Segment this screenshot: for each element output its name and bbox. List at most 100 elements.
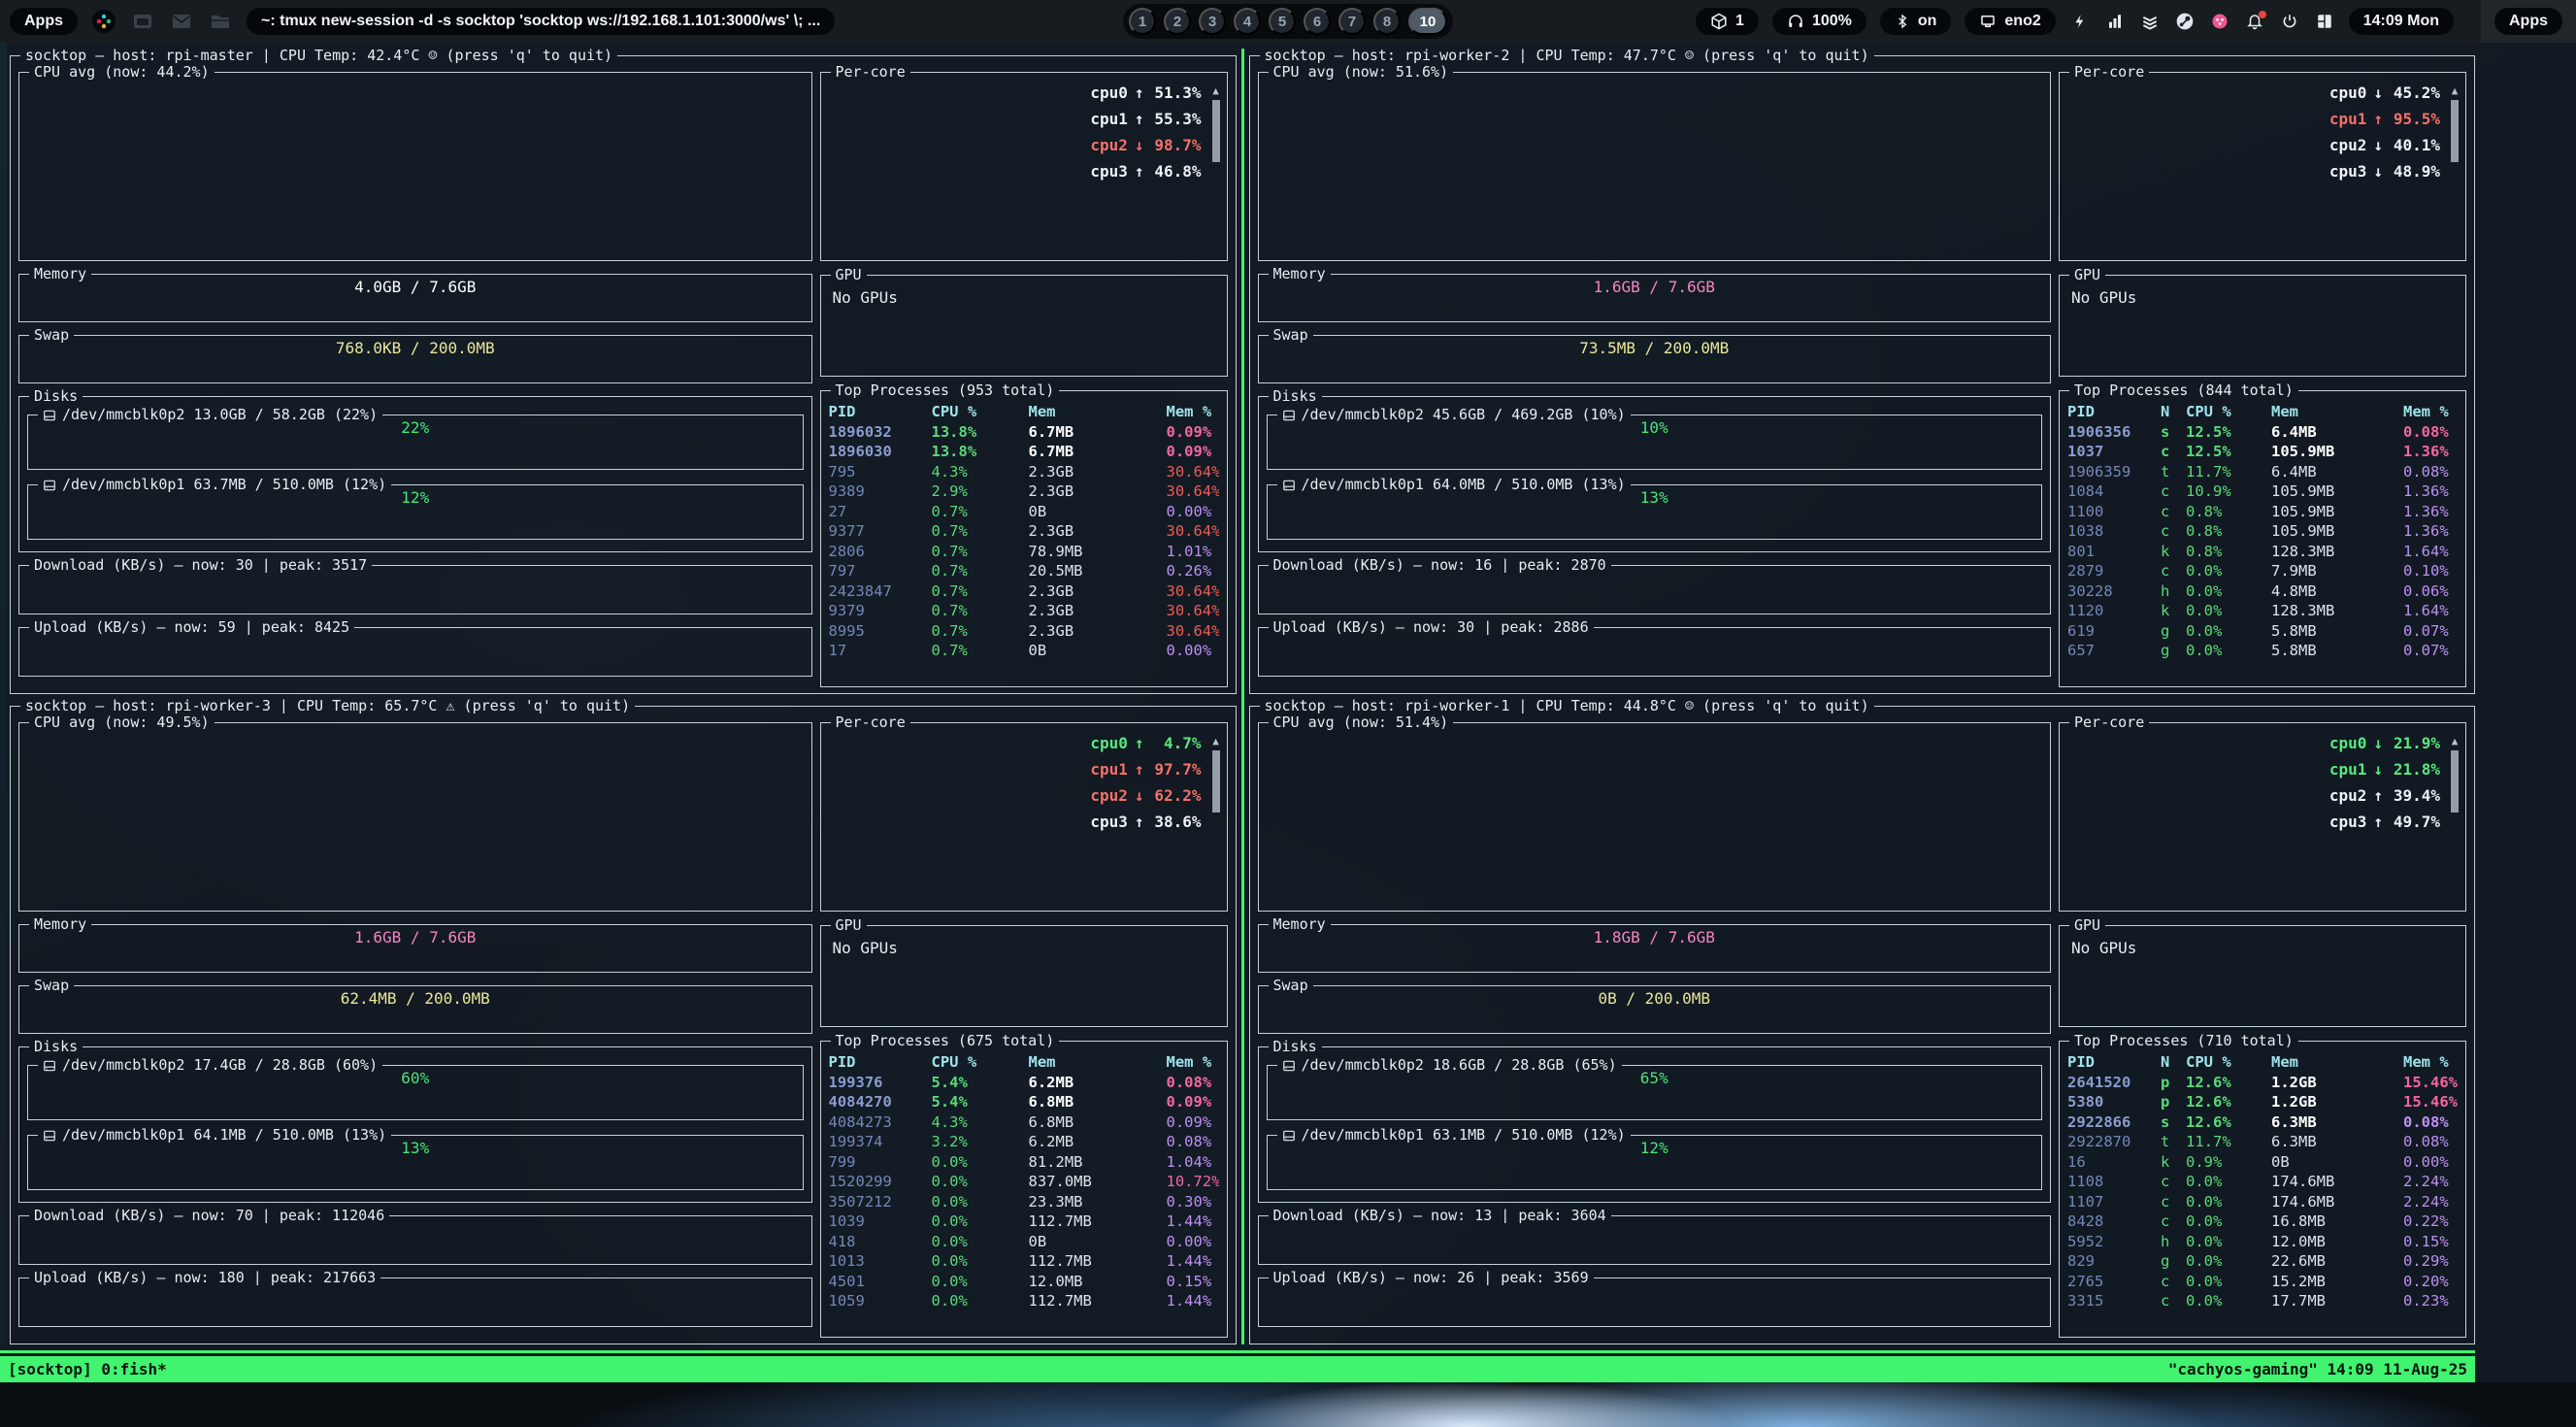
- process-cpu: 5.4%: [932, 1092, 1029, 1112]
- bluetooth-pill[interactable]: on: [1880, 8, 1952, 35]
- process-row: 2922866s12.6%6.3MB0.08%: [2067, 1112, 2458, 1133]
- apps-button-right[interactable]: Apps: [2494, 8, 2562, 35]
- socktop-pane[interactable]: socktop — host: rpi-worker-1 | CPU Temp:…: [1249, 699, 2476, 1344]
- column-header: Mem %: [2403, 402, 2458, 422]
- process-cpu: 0.0%: [932, 1192, 1029, 1212]
- workspace-6[interactable]: 6: [1304, 8, 1331, 35]
- process-pid: 1906356: [2067, 422, 2161, 443]
- scrollbar[interactable]: ▲: [1210, 736, 1222, 837]
- disk-entry: /dev/mmcblk0p1 64.1MB / 510.0MB (13%)13%: [27, 1128, 804, 1190]
- process-row: 1107c0.0%174.6MB2.24%: [2067, 1192, 2458, 1212]
- scrollbar-thumb[interactable]: [1212, 750, 1220, 813]
- scrollbar[interactable]: ▲: [1210, 85, 1222, 186]
- pane-left-column: CPU avg (now: 49.5%) Memory 1.6GB / 7.6G…: [18, 715, 812, 1338]
- core-trend-arrow-icon: ↑: [1135, 162, 1144, 181]
- process-row: 8428c0.0%16.8MB0.22%: [2067, 1211, 2458, 1232]
- signal-icon[interactable]: [2104, 11, 2126, 32]
- process-mem-percent: 0.09%: [1167, 422, 1219, 443]
- column-header: Mem %: [1167, 1052, 1219, 1073]
- core-trend-arrow-icon: ↓: [2373, 83, 2383, 102]
- top-processes-section: Top Processes (710 total) PIDNCPU %MemMe…: [2059, 1034, 2466, 1338]
- core-name: cpu1: [1090, 760, 1128, 779]
- power-icon[interactable]: [2279, 11, 2300, 32]
- tiling-icon[interactable]: [2314, 11, 2335, 32]
- process-pid: 199374: [829, 1132, 932, 1152]
- process-cpu: 2.9%: [932, 481, 1029, 502]
- socktop-pane[interactable]: socktop — host: rpi-worker-2 | CPU Temp:…: [1249, 49, 2476, 694]
- core-trend-arrow-icon: ↑: [1135, 813, 1144, 831]
- process-row: 28060.7%78.9MB1.01%: [829, 542, 1219, 562]
- disk-icon: [1282, 1129, 1296, 1143]
- scroll-up-icon[interactable]: ▲: [1212, 736, 1219, 747]
- bell-icon[interactable]: [2244, 11, 2265, 32]
- process-mem: 7.9MB: [2271, 561, 2403, 581]
- window-icon[interactable]: [130, 9, 155, 34]
- process-pid: 2641520: [2067, 1073, 2161, 1093]
- bluetooth-state: on: [1918, 13, 1937, 30]
- mail-icon[interactable]: [169, 9, 194, 34]
- workspace-7[interactable]: 7: [1338, 8, 1366, 35]
- core-usage-value: 4.7%: [1151, 734, 1202, 752]
- core-trend-arrow-icon: ↑: [2373, 813, 2383, 831]
- steam-icon[interactable]: [2174, 11, 2196, 32]
- process-row: 657g0.0%5.8MB0.07%: [2067, 641, 2458, 661]
- core-label: cpu0↓45.2%: [2329, 83, 2440, 110]
- workspace-5[interactable]: 5: [1269, 8, 1296, 35]
- scrollbar[interactable]: ▲: [2449, 85, 2460, 186]
- process-mem: 5.8MB: [2271, 641, 2403, 661]
- process-mem: 1.2GB: [2271, 1092, 2403, 1112]
- process-mem-percent: 0.00%: [1167, 641, 1219, 661]
- scroll-up-icon[interactable]: ▲: [2452, 85, 2459, 96]
- process-mem: 0B: [1029, 1232, 1167, 1252]
- process-mem-percent: 0.00%: [2403, 1152, 2458, 1173]
- workspace-8[interactable]: 8: [1373, 8, 1401, 35]
- folder-icon[interactable]: [208, 9, 233, 34]
- core-label: cpu1↑55.3%: [1090, 110, 1201, 136]
- core-name: cpu3: [2329, 813, 2367, 831]
- workspace-1[interactable]: 1: [1129, 8, 1156, 35]
- scroll-up-icon[interactable]: ▲: [1212, 85, 1219, 96]
- window-title[interactable]: ~: tmux new-session -d -s socktop 'sockt…: [247, 8, 835, 35]
- clock-pill[interactable]: 14:09 Mon: [2349, 8, 2454, 35]
- volume-pill[interactable]: 100%: [1772, 8, 1866, 35]
- gpu-section: GPU No GPUs: [2059, 918, 2466, 1027]
- disk-entry-label: /dev/mmcblk0p1 64.1MB / 510.0MB (13%): [38, 1128, 391, 1143]
- core-usage-value: 38.6%: [1151, 813, 1202, 831]
- layers-icon[interactable]: [2139, 11, 2161, 32]
- process-mem: 128.3MB: [2271, 542, 2403, 562]
- process-mem: 105.9MB: [2271, 502, 2403, 522]
- column-header: Mem %: [2403, 1052, 2458, 1073]
- disks-section: Disks /dev/mmcblk0p2 45.6GB / 469.2GB (1…: [1258, 389, 2052, 552]
- core-usage-value: 46.8%: [1151, 162, 1202, 181]
- apps-button[interactable]: Apps: [10, 8, 78, 35]
- workspace-10[interactable]: 10: [1408, 8, 1447, 35]
- power-profile-icon[interactable]: [2069, 11, 2091, 32]
- slack-icon[interactable]: [91, 9, 116, 34]
- workspace-3[interactable]: 3: [1199, 8, 1226, 35]
- upload-chart: [1267, 1287, 2043, 1289]
- chat-app-icon[interactable]: [2209, 11, 2230, 32]
- workspace-2[interactable]: 2: [1164, 8, 1191, 35]
- process-mem: 4.8MB: [2271, 581, 2403, 602]
- scrollbar[interactable]: ▲: [2449, 736, 2460, 837]
- tmux-vertical-divider[interactable]: [1241, 49, 1244, 1344]
- process-mem-percent: 30.64%: [1167, 462, 1219, 482]
- scrollbar-thumb[interactable]: [2451, 100, 2459, 162]
- process-name-initial: c: [2161, 1291, 2186, 1311]
- process-row: 1993743.2%6.2MB0.08%: [829, 1132, 1219, 1152]
- per-core-section: Per-core cpu0↑51.3%cpu1↑55.3%cpu2↓98.7%c…: [820, 65, 1228, 261]
- process-row: 24238470.7%2.3GB30.64%: [829, 581, 1219, 602]
- scrollbar-thumb[interactable]: [2451, 750, 2459, 813]
- socktop-pane[interactable]: socktop — host: rpi-master | CPU Temp: 4…: [10, 49, 1237, 694]
- scrollbar-thumb[interactable]: [1212, 100, 1220, 162]
- scroll-up-icon[interactable]: ▲: [2452, 736, 2459, 747]
- socktop-pane[interactable]: socktop — host: rpi-worker-3 | CPU Temp:…: [10, 699, 1237, 1344]
- process-cpu: 0.0%: [932, 1291, 1029, 1311]
- disk-icon: [43, 409, 56, 422]
- network-pill[interactable]: eno2: [1965, 8, 2055, 35]
- workspace-indicator-pill[interactable]: 1: [1696, 8, 1759, 35]
- process-mem-percent: 0.08%: [1167, 1132, 1219, 1152]
- workspace-4[interactable]: 4: [1234, 8, 1261, 35]
- tmux-session-window[interactable]: [socktop] 0:fish*: [8, 1360, 167, 1378]
- core-trend-arrow-icon: ↑: [2373, 110, 2383, 128]
